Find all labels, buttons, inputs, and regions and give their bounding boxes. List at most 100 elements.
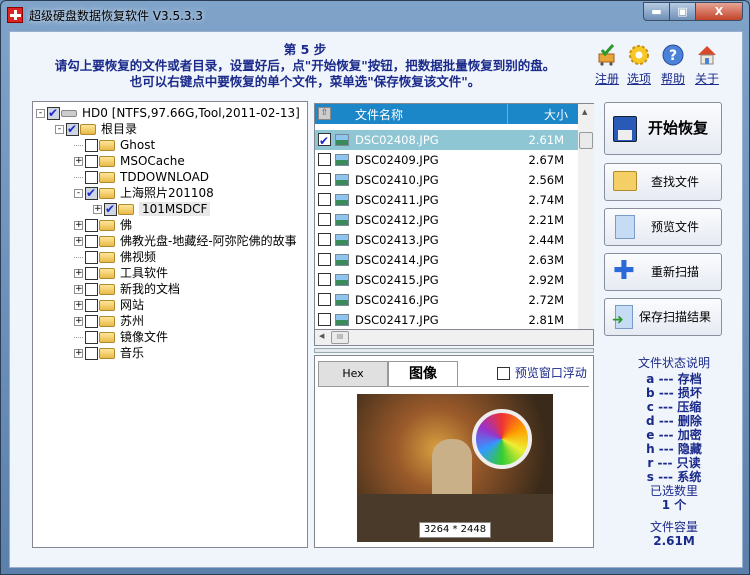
vertical-scrollbar[interactable]: ▲ ▼: [578, 104, 594, 345]
scroll-thumb[interactable]: [579, 132, 593, 149]
expand-icon[interactable]: +: [74, 301, 83, 310]
tree-node[interactable]: - 上海照片201108: [74, 185, 214, 201]
tree-node[interactable]: - 根目录: [55, 121, 137, 137]
tree-checkbox[interactable]: [85, 299, 98, 312]
float-checkbox[interactable]: [497, 367, 510, 380]
start-recovery-button[interactable]: 开始恢复: [604, 102, 722, 155]
file-list[interactable]: ⇧ 文件名称 大小 DSC02408.JPG 2.61M DSC02409.JPG 2…: [314, 103, 594, 346]
collapse-icon[interactable]: -: [74, 189, 83, 198]
folder-icon: [118, 204, 134, 215]
expand-icon[interactable]: +: [74, 269, 83, 278]
tree-node[interactable]: + 音乐: [74, 345, 144, 361]
expand-icon[interactable]: +: [74, 317, 83, 326]
image-file-icon: [335, 294, 349, 306]
tree-checkbox[interactable]: [85, 347, 98, 360]
tree-node[interactable]: + MSOCache: [74, 153, 185, 169]
collapse-icon[interactable]: -: [55, 125, 64, 134]
expand-icon[interactable]: +: [74, 157, 83, 166]
rescan-button[interactable]: ✚ 重新扫描: [604, 253, 722, 291]
find-file-button[interactable]: 查找文件: [604, 163, 722, 201]
tree-checkbox[interactable]: [47, 105, 60, 121]
file-checkbox[interactable]: [318, 131, 331, 151]
tree-checkbox[interactable]: [85, 267, 98, 280]
horizontal-scrollbar[interactable]: ◀ III: [314, 329, 594, 346]
tree-checkbox[interactable]: [85, 139, 98, 152]
file-row[interactable]: DSC02408.JPG 2.61M: [315, 130, 578, 151]
close-button[interactable]: X: [695, 2, 743, 21]
file-row[interactable]: DSC02409.JPG 2.67M: [315, 150, 578, 170]
minimize-button[interactable]: ▬: [643, 2, 670, 21]
file-row[interactable]: DSC02414.JPG 2.63M: [315, 250, 578, 270]
tree-checkbox[interactable]: [85, 155, 98, 168]
expand-icon[interactable]: +: [93, 205, 102, 214]
file-row[interactable]: DSC02413.JPG 2.44M: [315, 230, 578, 250]
register-button[interactable]: 注册: [592, 44, 622, 87]
tab-image[interactable]: 图像: [388, 361, 458, 387]
folder-icon: [99, 300, 115, 311]
file-checkbox[interactable]: [318, 253, 331, 266]
file-row[interactable]: DSC02417.JPG 2.81M: [315, 310, 578, 330]
file-checkbox[interactable]: [318, 213, 331, 226]
tree-node-label: 佛视频: [120, 250, 157, 264]
expand-icon[interactable]: +: [74, 285, 83, 294]
save-scan-results-button[interactable]: ➜ 保存扫描结果: [604, 298, 722, 336]
selected-count-value: 1 个: [661, 498, 687, 512]
file-checkbox[interactable]: [318, 313, 331, 326]
file-row[interactable]: DSC02412.JPG 2.21M: [315, 210, 578, 230]
file-checkbox[interactable]: [318, 153, 331, 166]
tree-node[interactable]: TDDOWNLOAD: [74, 169, 209, 185]
float-preview-toggle[interactable]: 预览窗口浮动: [497, 364, 587, 381]
tree-checkbox[interactable]: [85, 315, 98, 328]
splitter[interactable]: [314, 348, 594, 353]
collapse-icon[interactable]: -: [36, 109, 45, 118]
column-name[interactable]: 文件名称: [355, 106, 403, 123]
tree-node[interactable]: + 新我的文档: [74, 281, 180, 297]
file-checkbox[interactable]: [318, 273, 331, 286]
expand-icon[interactable]: +: [74, 349, 83, 358]
tree-checkbox[interactable]: [85, 235, 98, 248]
expand-icon[interactable]: +: [74, 221, 83, 230]
directory-tree[interactable]: - HD0 [NTFS,97.66G,Tool,2011-02-13] - 根目录 Gh…: [32, 101, 308, 548]
tree-node[interactable]: + 网站: [74, 297, 144, 313]
legend-item: s --- 系统: [646, 470, 702, 484]
file-checkbox[interactable]: [318, 173, 331, 186]
tree-checkbox[interactable]: [85, 283, 98, 296]
options-button[interactable]: 选项: [624, 44, 654, 87]
tree-checkbox[interactable]: [85, 171, 98, 184]
tree-node[interactable]: + 工具软件: [74, 265, 168, 281]
up-folder-icon[interactable]: ⇧: [318, 107, 331, 120]
tree-checkbox[interactable]: [66, 121, 79, 137]
instructions: 第 5 步 请勾上要恢复的文件或者目录，设置好后，点"开始恢复"按钮，把数据批量…: [10, 42, 600, 90]
tree-node[interactable]: + 佛教光盘-地藏经-阿弥陀佛的故事: [74, 233, 297, 249]
tree-node[interactable]: 佛视频: [74, 249, 156, 265]
tree-node[interactable]: + 佛: [74, 217, 132, 233]
tree-node[interactable]: +101MSDCF: [93, 201, 211, 217]
about-button[interactable]: 关于: [692, 44, 722, 87]
tree-checkbox[interactable]: [85, 185, 98, 201]
file-checkbox[interactable]: [318, 293, 331, 306]
preview-file-button[interactable]: 预览文件: [604, 208, 722, 246]
hscroll-thumb[interactable]: III: [331, 331, 349, 344]
maximize-button[interactable]: ▣: [669, 2, 696, 21]
help-button[interactable]: ? 帮助: [658, 44, 688, 87]
instruction-line-2: 也可以右键点中要恢复的单个文件，菜单选"保存恢复该文件"。: [129, 74, 481, 89]
file-row[interactable]: DSC02410.JPG 2.56M: [315, 170, 578, 190]
tree-checkbox[interactable]: [85, 219, 98, 232]
file-checkbox[interactable]: [318, 233, 331, 246]
tree-line: [74, 177, 83, 178]
column-size[interactable]: 大小: [544, 106, 568, 123]
tree-checkbox[interactable]: [85, 251, 98, 264]
tree-node[interactable]: - HD0 [NTFS,97.66G,Tool,2011-02-13]: [36, 105, 300, 121]
tree-node-label: 佛教光盘-地藏经-阿弥陀佛的故事: [120, 234, 297, 248]
tree-node[interactable]: 镜像文件: [74, 329, 168, 345]
file-row[interactable]: DSC02416.JPG 2.72M: [315, 290, 578, 310]
file-row[interactable]: DSC02411.JPG 2.74M: [315, 190, 578, 210]
file-checkbox[interactable]: [318, 193, 331, 206]
tree-checkbox[interactable]: [85, 331, 98, 344]
tab-hex[interactable]: Hex: [318, 361, 388, 387]
expand-icon[interactable]: +: [74, 237, 83, 246]
tree-node[interactable]: + 苏州: [74, 313, 144, 329]
tree-checkbox[interactable]: [104, 201, 117, 217]
tree-node[interactable]: Ghost: [74, 137, 155, 153]
file-row[interactable]: DSC02415.JPG 2.92M: [315, 270, 578, 290]
